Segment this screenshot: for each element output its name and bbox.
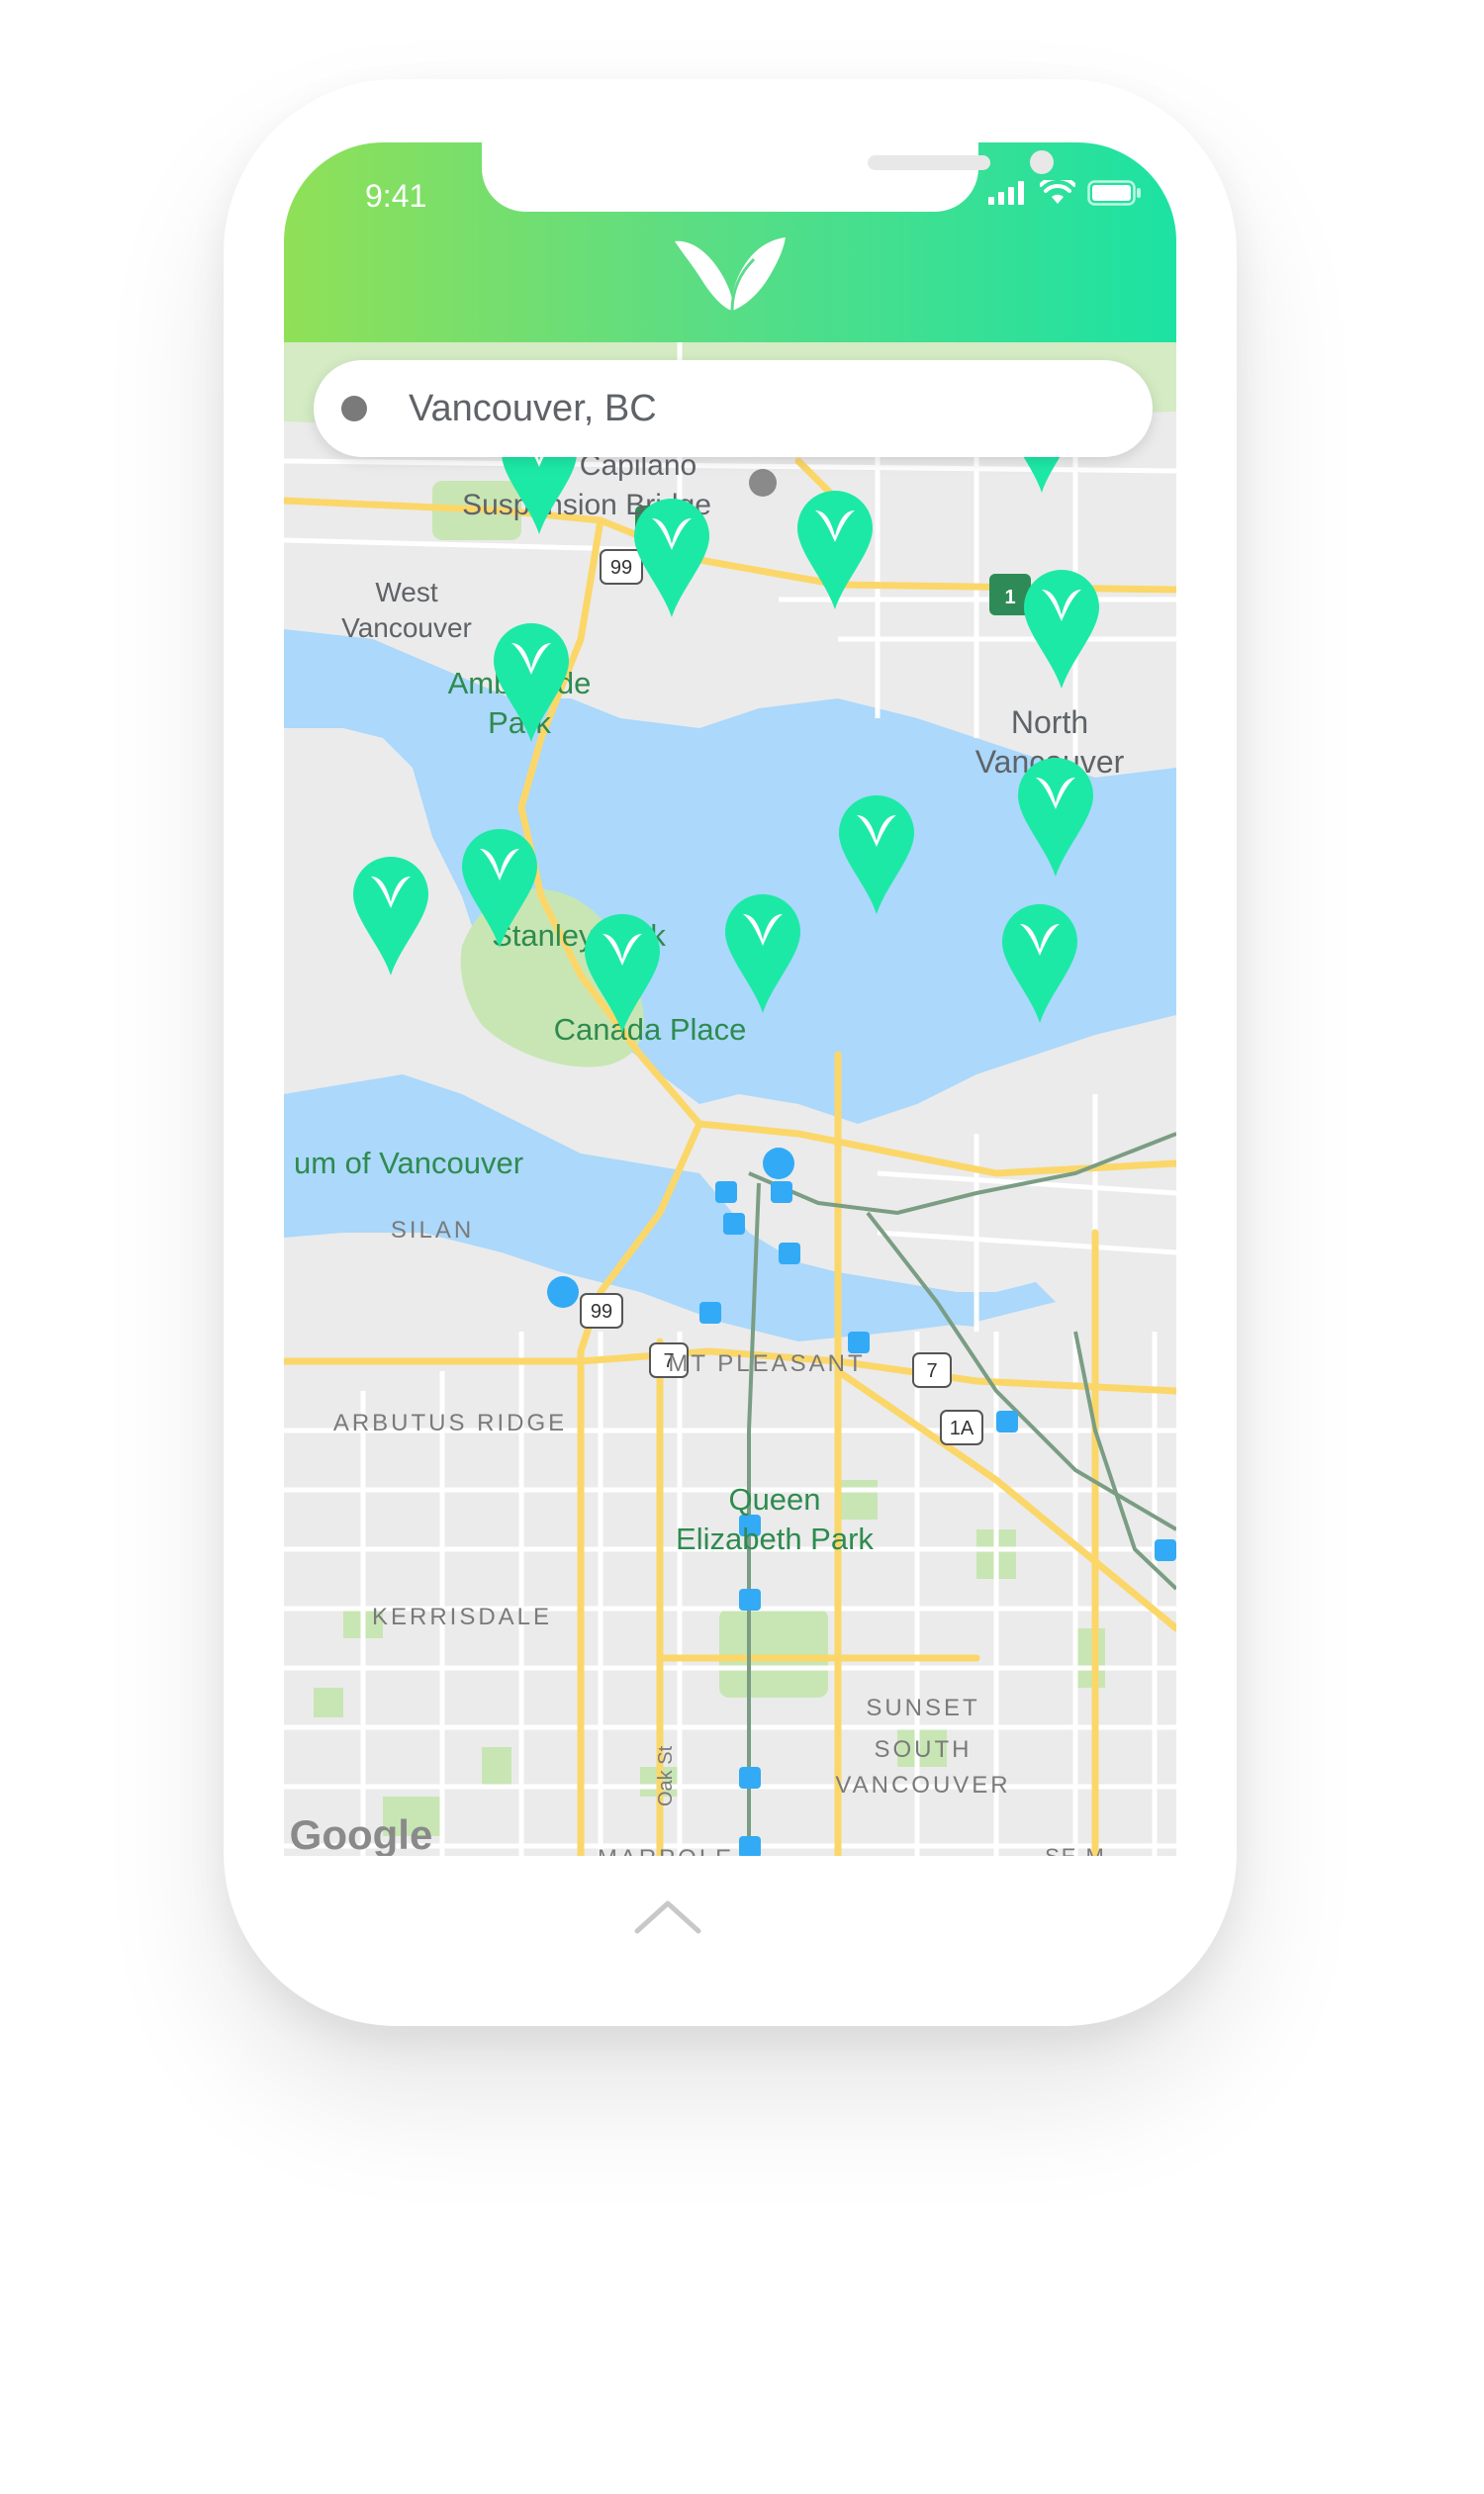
- camera: [1030, 150, 1054, 174]
- search-bar[interactable]: Vancouver, BC: [314, 360, 1153, 457]
- queen-elizabeth-park-area: [719, 1609, 828, 1698]
- hwy7-east-shield: 7: [926, 1360, 937, 1382]
- label-west: West: [375, 577, 437, 607]
- label-se-marine: SE M: [1045, 1844, 1106, 1856]
- speaker: [868, 155, 990, 170]
- search-input[interactable]: Vancouver, BC: [409, 388, 657, 430]
- hwy1a-shield: 1A: [950, 1418, 974, 1439]
- label-kerrisdale: KERRISDALE: [372, 1604, 552, 1630]
- label-elizabeth-park: Elizabeth Park: [676, 1522, 874, 1556]
- label-south-vancouver: VANCOUVER: [835, 1772, 1010, 1799]
- label-canada-place: Canada Place: [554, 1012, 747, 1047]
- hwy99-south-shield: 99: [591, 1301, 612, 1323]
- svg-text:1: 1: [1004, 587, 1015, 608]
- label-south: SOUTH: [875, 1736, 973, 1763]
- hwy99-north-shield: 99: [610, 557, 632, 579]
- status-time: 9:41: [365, 178, 427, 214]
- app-header: 9:41: [284, 142, 1176, 342]
- phone-frame: 9:41 1 99 99 7 7 1A Capilano Suspension …: [224, 79, 1237, 2026]
- status-icons: [988, 180, 1143, 206]
- location-dot-icon: [341, 396, 367, 421]
- app-screen: 9:41 1 99 99 7 7 1A Capilano Suspension …: [284, 142, 1176, 1856]
- cellular-signal-icon: [988, 181, 1024, 205]
- label-arbutus-ridge: ARBUTUS RIDGE: [333, 1410, 567, 1436]
- google-attribution[interactable]: Google: [290, 1811, 433, 1856]
- label-mt-pleasant: MT PLEASANT: [668, 1350, 865, 1377]
- label-north: North: [1011, 704, 1088, 740]
- label-oak-st: Oak St: [655, 1745, 677, 1806]
- label-sunset: SUNSET: [866, 1695, 979, 1721]
- label-west-vancouver: Vancouver: [341, 612, 472, 643]
- label-museum: um of Vancouver: [294, 1146, 523, 1180]
- label-marpole: MARPOLE: [598, 1845, 734, 1856]
- map-view[interactable]: 1 1 99 99 7 7 1A: [284, 342, 1176, 1856]
- v-leaf-logo-icon: [675, 237, 786, 312]
- wifi-icon: [1040, 180, 1075, 204]
- label-queen: Queen: [728, 1482, 820, 1517]
- notch: [482, 142, 1054, 212]
- battery-icon: [1087, 180, 1141, 206]
- map-canvas[interactable]: 1 1 99 99 7 7 1A: [284, 342, 1176, 1856]
- chevron-up-icon[interactable]: [633, 1897, 702, 1937]
- label-kitsilano: SILAN: [391, 1217, 474, 1244]
